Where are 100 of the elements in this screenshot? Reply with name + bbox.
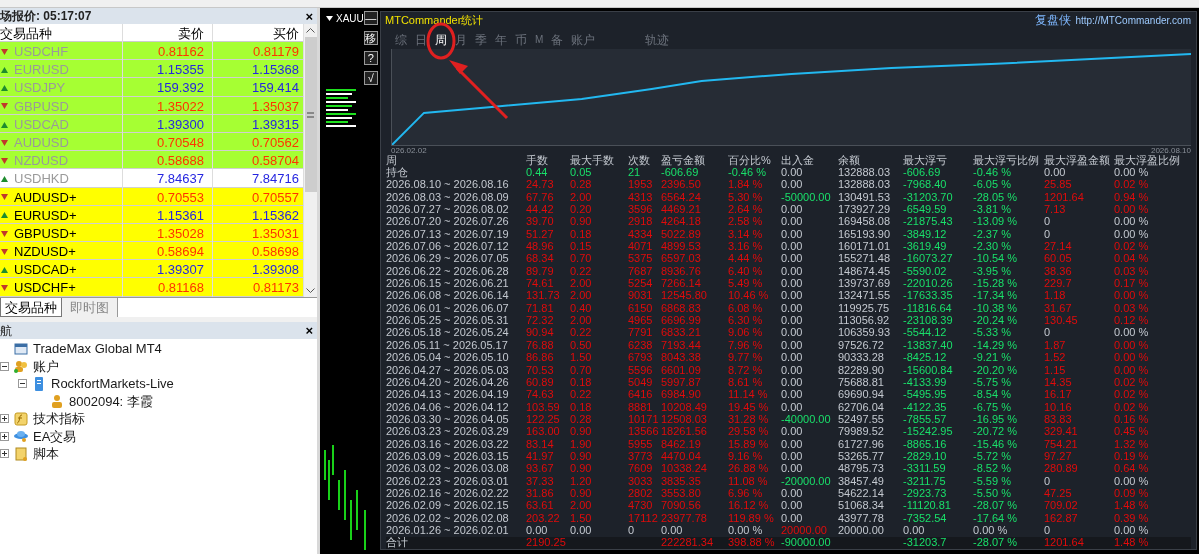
table-cell-text: 8462.19	[661, 438, 702, 450]
dropdown-icon[interactable]	[326, 16, 333, 21]
table-cell-text: 0.18	[570, 401, 593, 413]
table-cell-text: 4730	[628, 500, 654, 512]
close-button[interactable]: ×	[305, 324, 313, 337]
chart-symbol[interactable]: XAUU	[336, 11, 364, 26]
table-cell-text: 0.00 %	[728, 525, 764, 536]
table-cell-text: 0.00	[781, 438, 804, 450]
tree-item[interactable]: EA交易	[33, 426, 77, 446]
table-cell-text: 6793	[628, 352, 654, 364]
symbol-row[interactable]: NZDUSD+ 0.58694 0.58698	[0, 242, 303, 261]
table-cell-text: 60.05	[1044, 253, 1073, 265]
symbol-name: USDHKD	[14, 170, 69, 189]
date-range: 2026.03.09 ~ 2026.03.15	[386, 450, 510, 462]
table-cell-text: 1953	[628, 179, 654, 191]
table-cell-text: -40000.00	[781, 413, 832, 425]
tree-item[interactable]: 脚本	[33, 444, 59, 464]
table-cell-text: 5049	[628, 376, 654, 388]
column-header[interactable]: 买价	[213, 24, 303, 44]
table-cell-text: 0.94 %	[1114, 191, 1150, 203]
ask-price: 1.39315	[251, 115, 300, 134]
ask-price: 1.15368	[251, 61, 300, 80]
tree-item[interactable]: RockfortMarkets-Live	[51, 374, 174, 394]
table-cell-text: 5375	[628, 253, 654, 265]
table-cell-text: 113056.92	[838, 315, 891, 327]
table-cell-text: 97526.72	[838, 339, 885, 351]
date-range: 2026.06.08 ~ 2026.06.14	[386, 290, 510, 302]
table-cell-text: 0.00 %	[1114, 352, 1150, 364]
table-cell-text: 10.16	[1044, 401, 1073, 413]
table-cell-text: 0.70	[570, 253, 593, 265]
table-cell-text: 12508.03	[661, 413, 708, 425]
date-range: 2026.04.06 ~ 2026.04.12	[386, 401, 510, 413]
table-cell-text: 12545.80	[661, 290, 708, 302]
table-cell-text: -606.69	[903, 167, 942, 178]
table-cell-text: 6868.83	[661, 302, 702, 314]
table-cell-text: 0.00 %	[1114, 204, 1150, 216]
table-cell-text: 0	[1044, 475, 1052, 487]
table-cell-text: -7855.57	[903, 413, 948, 425]
tab[interactable]: 周	[435, 30, 447, 49]
table-cell-text: 122.25	[526, 413, 561, 425]
tree-item[interactable]: 账户	[33, 356, 59, 376]
table-cell-text: 106359.93	[838, 327, 891, 339]
scrollbar[interactable]	[303, 24, 317, 297]
tree-item[interactable]: 技术指标	[33, 409, 85, 429]
table-cell-text: 97.27	[1044, 450, 1073, 462]
table-cell-text: -3.81 %	[973, 204, 1012, 216]
chart-tool-button[interactable]: ?	[363, 51, 378, 65]
website-link[interactable]: http://MTCommander.com	[1075, 12, 1191, 28]
date-range: 2026.04.20 ~ 2026.04.26	[386, 376, 510, 388]
table-cell-text: 0.00 %	[1114, 475, 1150, 487]
table-cell-text: 17112	[628, 512, 659, 524]
table-cell-text: 2396.50	[661, 179, 702, 191]
expand-icon[interactable]	[0, 431, 9, 441]
expand-icon[interactable]	[0, 449, 9, 459]
table-cell-text: 6696.99	[661, 315, 702, 327]
column-header: 最大浮盈比例	[1114, 155, 1178, 167]
symbol-row[interactable]: USDCHF+ 0.81168 0.81173	[0, 278, 303, 297]
symbol-row[interactable]: USDCAD+ 1.39307 1.39308	[0, 260, 303, 279]
scroll-up-icon[interactable]	[306, 28, 315, 33]
table-cell-text: 6597.03	[661, 253, 702, 265]
tree-item[interactable]: 8002094: 李霞	[69, 391, 153, 411]
chart-tool-button[interactable]: —	[363, 11, 378, 25]
table-cell-text: 163.00	[526, 426, 561, 438]
table-cell-text: 27.14	[1044, 241, 1073, 253]
date-range: 2026.03.02 ~ 2026.03.08	[386, 463, 510, 475]
table-cell-text: 7.96 %	[728, 339, 764, 351]
collapse-icon[interactable]	[0, 361, 9, 371]
close-button[interactable]: ×	[305, 9, 313, 23]
table-cell-text: 38.36	[1044, 265, 1073, 277]
expand-icon[interactable]	[0, 414, 9, 424]
table-cell-text: 10171	[628, 413, 660, 425]
tab[interactable]: 交易品种	[0, 298, 62, 317]
table-cell-text: 83.83	[1044, 413, 1073, 425]
chart-tool-button[interactable]: 移	[363, 31, 378, 45]
column-header: 最大浮盈金额	[1044, 155, 1111, 167]
table-cell-text: 48795.73	[838, 463, 885, 475]
table-cell-text: -5.50 %	[973, 487, 1012, 499]
symbol-name: USDCHF+	[14, 279, 76, 298]
table-cell-text: -6549.59	[903, 204, 948, 216]
chart-tool-button[interactable]: √	[363, 71, 378, 85]
scroll-down-icon[interactable]	[306, 288, 315, 293]
collapse-icon[interactable]	[18, 379, 27, 389]
table-cell-text: 1201.64	[1044, 191, 1085, 203]
table-cell-text: 11.08 %	[728, 475, 769, 487]
table-cell-text: 0.04 %	[1114, 253, 1150, 265]
scroll-thumb[interactable]	[304, 37, 317, 192]
table-cell-text: 31.67	[1044, 302, 1073, 314]
table-cell-text: 10.46 %	[728, 290, 770, 302]
table-cell-text: 7687	[628, 265, 654, 277]
tree-item[interactable]: TradeMax Global MT4	[33, 339, 162, 359]
table-cell-text: 0.15	[570, 241, 593, 253]
symbol-name: USDCAD	[14, 115, 69, 134]
date-range: 2026.06.22 ~ 2026.06.28	[386, 265, 510, 277]
table-cell-text: 0.00	[781, 241, 804, 253]
table-cell-text: 6.40 %	[728, 265, 764, 277]
table-cell-text: 83.14	[526, 438, 555, 450]
annotation-arrow	[449, 60, 509, 120]
date-range: 2026.05.04 ~ 2026.05.10	[386, 352, 510, 364]
column-header: 手数	[526, 155, 549, 167]
date-range: 2026.06.15 ~ 2026.06.21	[386, 278, 510, 290]
